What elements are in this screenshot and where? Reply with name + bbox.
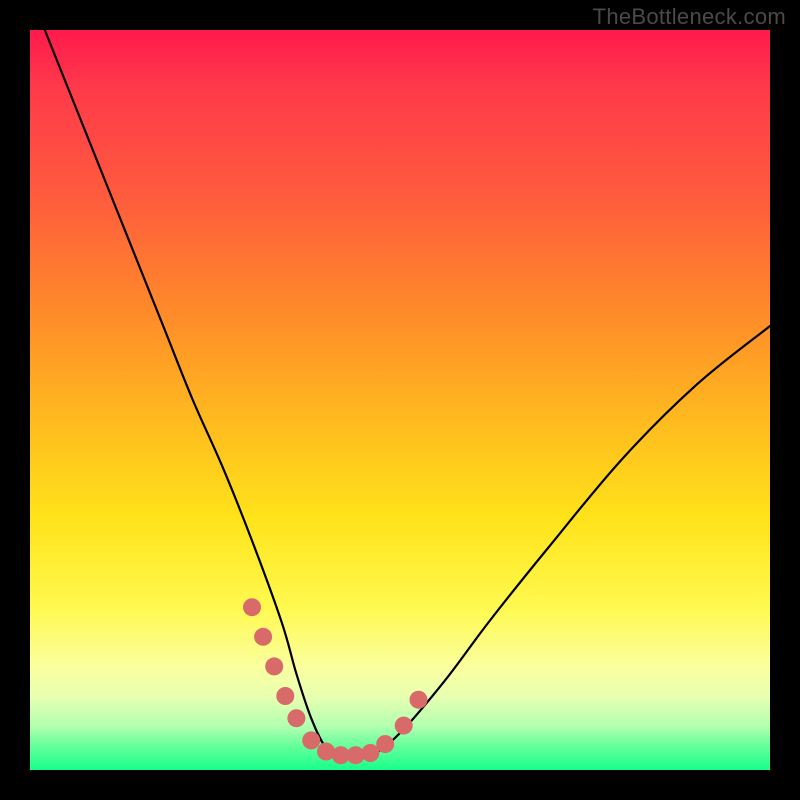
- marker-dot: [243, 598, 261, 616]
- marker-dot: [254, 628, 272, 646]
- marker-dot: [265, 657, 283, 675]
- marker-dot: [287, 709, 305, 727]
- marker-dot: [395, 717, 413, 735]
- plot-area: [30, 30, 770, 770]
- bottleneck-curve: [45, 30, 770, 757]
- marker-dot: [376, 735, 394, 753]
- highlight-markers: [243, 598, 428, 764]
- marker-dot: [302, 731, 320, 749]
- marker-dot: [410, 691, 428, 709]
- chart-overlay: [30, 30, 770, 770]
- chart-frame: TheBottleneck.com: [0, 0, 800, 800]
- watermark-text: TheBottleneck.com: [593, 4, 786, 30]
- marker-dot: [276, 687, 294, 705]
